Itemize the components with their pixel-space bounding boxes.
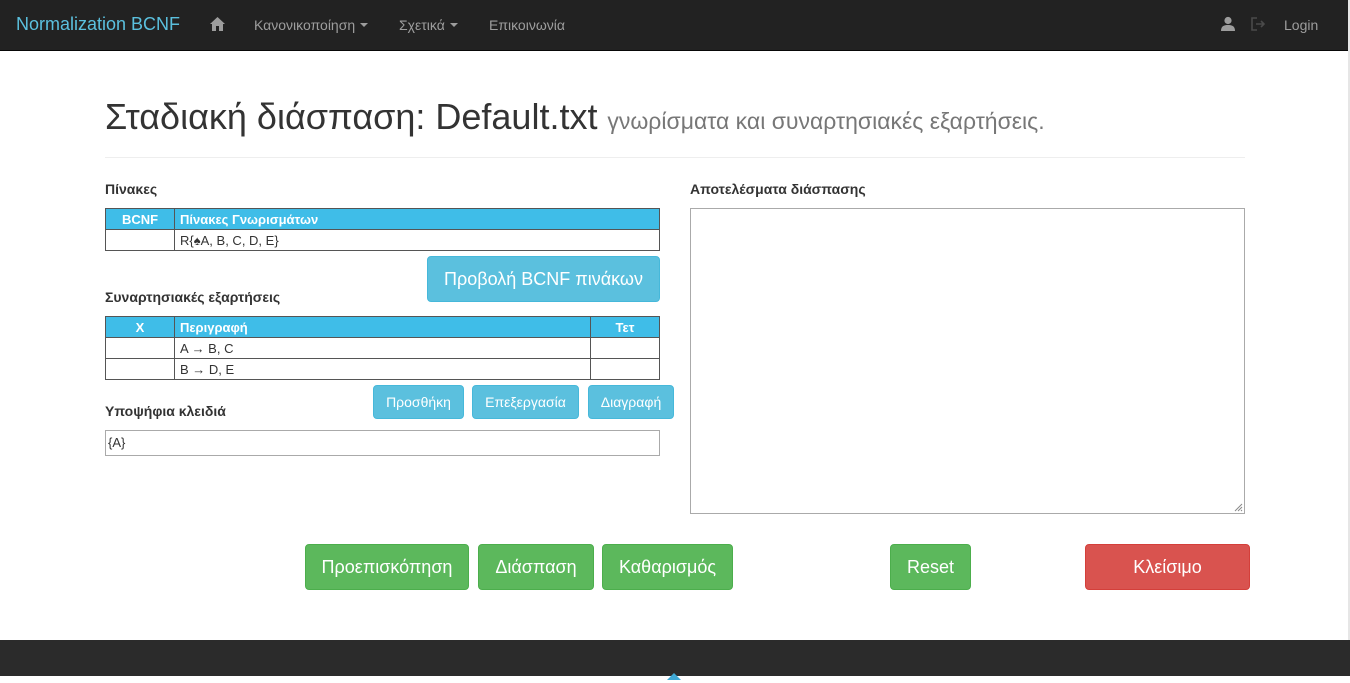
column-header-tet[interactable]: Τετ <box>590 316 660 338</box>
tables-section-label: Πίνακες <box>105 181 158 197</box>
column-header-description[interactable]: Περιγραφή <box>174 316 591 338</box>
attributes-cell[interactable]: R{♠A, B, C, D, E} <box>174 229 660 251</box>
results-textarea[interactable] <box>690 208 1245 514</box>
column-header-attributes[interactable]: Πίνακες Γνωρισμάτων <box>174 208 660 230</box>
menu-normalization[interactable]: Κανονικοποίηση <box>254 17 369 33</box>
fd-x-cell[interactable] <box>105 358 175 380</box>
fd-x-cell[interactable] <box>105 337 175 359</box>
add-fd-button[interactable]: Προσθήκη <box>373 385 464 419</box>
table-row[interactable]: R{♠A, B, C, D, E} <box>105 229 660 251</box>
menu-contact[interactable]: Επικοινωνία <box>489 17 565 33</box>
menu-about[interactable]: Σχετικά <box>399 17 458 33</box>
resize-grip-icon[interactable] <box>1234 503 1243 512</box>
fd-tet-cell[interactable] <box>590 358 660 380</box>
user-icon[interactable] <box>1220 16 1236 35</box>
menu-normalization-label: Κανονικοποίηση <box>254 17 356 33</box>
keys-section-label: Υποψήφια κλειδιά <box>105 403 226 419</box>
results-section-label: Αποτελέσματα διάσπασης <box>690 181 866 197</box>
login-link[interactable]: Login <box>1284 17 1318 33</box>
brand-link[interactable]: Normalization BCNF <box>16 14 180 35</box>
relations-table: BCNF Πίνακες Γνωρισμάτων R{♠A, B, C, D, … <box>105 208 660 251</box>
table-row[interactable]: A → B, C <box>105 337 660 359</box>
fd-table: X Περιγραφή Τετ A → B, C B → D, E <box>105 316 660 380</box>
top-navbar: Normalization BCNF Κανονικοποίηση Σχετικ… <box>0 0 1350 51</box>
menu-contact-label: Επικοινωνία <box>489 17 565 33</box>
reset-button[interactable]: Reset <box>890 544 971 590</box>
logout-icon[interactable] <box>1250 16 1267 35</box>
fd-description-cell[interactable]: A → B, C <box>174 337 591 359</box>
decompose-button[interactable]: Διάσπαση <box>478 544 594 590</box>
column-header-bcnf[interactable]: BCNF <box>105 208 175 230</box>
preview-button[interactable]: Προεπισκόπηση <box>305 544 469 590</box>
home-icon[interactable] <box>209 16 226 35</box>
close-button[interactable]: Κλείσιμο <box>1085 544 1250 590</box>
column-header-x[interactable]: X <box>105 316 175 338</box>
fd-description-cell[interactable]: B → D, E <box>174 358 591 380</box>
page-title: Σταδιακή διάσπαση: Default.txt <box>105 96 598 137</box>
chevron-up-icon[interactable] <box>666 667 682 683</box>
chevron-down-icon <box>360 23 369 27</box>
view-bcnf-tables-button[interactable]: Προβολή BCNF πινάκων <box>427 256 660 302</box>
page-header: Σταδιακή διάσπαση: Default.txt γνωρίσματ… <box>105 96 1245 158</box>
table-row[interactable]: B → D, E <box>105 358 660 380</box>
clear-button[interactable]: Καθαρισμός <box>602 544 733 590</box>
edit-fd-button[interactable]: Επεξεργασία <box>472 385 579 419</box>
candidate-keys-field[interactable]: {A} <box>105 430 660 456</box>
delete-fd-button[interactable]: Διαγραφή <box>588 385 674 419</box>
fd-section-label: Συναρτησιακές εξαρτήσεις <box>105 289 281 305</box>
menu-about-label: Σχετικά <box>399 17 445 33</box>
page-subtitle: γνωρίσματα και συναρτησιακές εξαρτήσεις. <box>607 108 1045 134</box>
chevron-down-icon <box>449 23 458 27</box>
bcnf-cell[interactable] <box>105 229 175 251</box>
fd-tet-cell[interactable] <box>590 337 660 359</box>
